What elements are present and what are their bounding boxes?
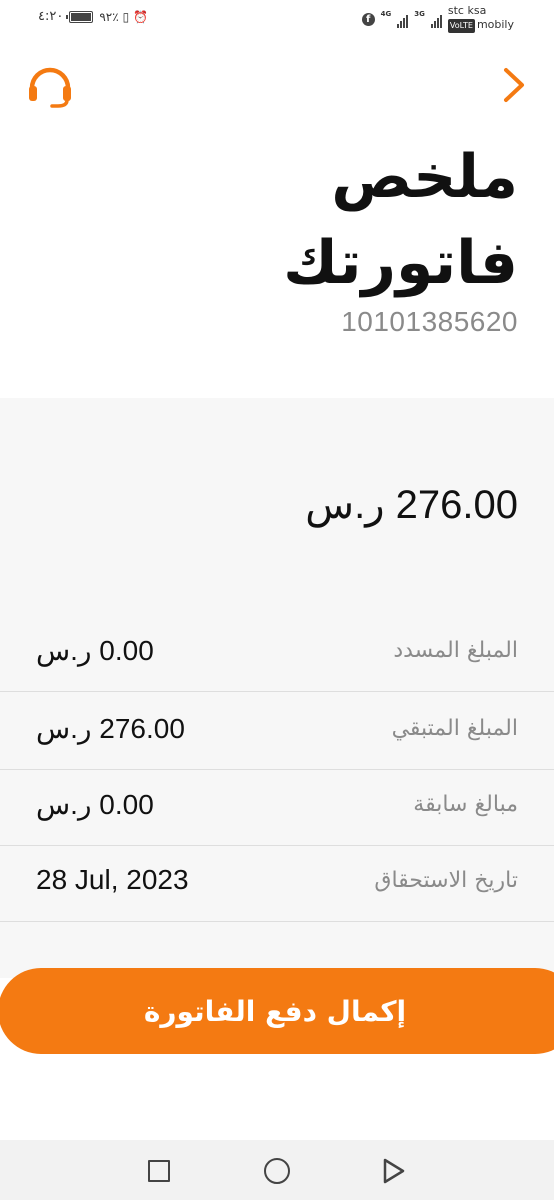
page-title-line-1: ملخص — [331, 142, 518, 212]
system-nav-bar — [0, 1140, 554, 1200]
page-title: ملخص فاتورتك — [118, 134, 518, 306]
triangle-back-icon[interactable] — [382, 1157, 406, 1185]
summary-row-paid: المبلغ المسدد 0.00 ر.س — [0, 616, 554, 692]
circle-icon[interactable] — [264, 1158, 290, 1184]
battery-percent: ٪٩٢ — [99, 9, 119, 24]
row-label: مبالغ سابقة — [413, 792, 518, 817]
square-icon[interactable] — [148, 1160, 170, 1182]
complete-payment-button[interactable]: إكمال دفع الفاتورة — [0, 968, 554, 1054]
status-bar-left: ⏰ ▯ ٪٩٢ ٤:٢٠ — [38, 9, 148, 24]
summary-row-remaining: المبلغ المتبقي 276.00 ر.س — [0, 694, 554, 770]
total-amount: 276.00 ر.س — [305, 483, 518, 527]
signal-icon — [397, 12, 409, 28]
carrier-names: stc ksa VoLTE mobily — [447, 4, 514, 33]
summary-row-previous: مبالغ سابقة 0.00 ر.س — [0, 770, 554, 846]
status-bar-right: f 4G 3G stc ksa VoLTE mobily — [361, 4, 514, 33]
row-value: 0.00 ر.س — [36, 635, 154, 666]
network-type-2: 3G — [414, 10, 425, 18]
battery-icon — [66, 10, 94, 23]
status-time: ٤:٢٠ — [38, 9, 64, 24]
row-label: المبلغ المسدد — [393, 638, 518, 663]
page-title-line-2: فاتورتك — [283, 228, 518, 298]
alarm-icon: ⏰ — [133, 9, 149, 24]
network-type-1: 4G — [380, 10, 392, 18]
summary-row-due-date: تاريخ الاستحقاق 28 Jul, 2023 — [0, 846, 554, 922]
facebook-icon: f — [361, 13, 375, 26]
row-value: 276.00 ر.س — [36, 713, 185, 744]
row-label: المبلغ المتبقي — [391, 716, 518, 741]
signal-icon — [430, 12, 442, 28]
row-label: تاريخ الاستحقاق — [374, 868, 518, 893]
row-value: 0.00 ر.س — [36, 789, 154, 820]
status-bar: ⏰ ▯ ٪٩٢ ٤:٢٠ f 4G 3G stc ksa VoLTE mobily — [0, 0, 554, 40]
headset-icon[interactable] — [26, 62, 74, 110]
account-number: 10101385620 — [341, 306, 518, 337]
volte-badge: VoLTE — [447, 19, 475, 33]
chevron-right-icon[interactable] — [502, 66, 526, 104]
carrier-1: stc ksa — [447, 4, 487, 17]
row-value: 28 Jul, 2023 — [36, 864, 189, 895]
carrier-2: mobily — [476, 18, 514, 31]
bill-summary-panel: 276.00 ر.س المبلغ المسدد 0.00 ر.س المبلغ… — [0, 398, 554, 978]
vibrate-icon: ▯ — [122, 9, 130, 24]
complete-payment-label: إكمال دفع الفاتورة — [143, 994, 407, 1028]
